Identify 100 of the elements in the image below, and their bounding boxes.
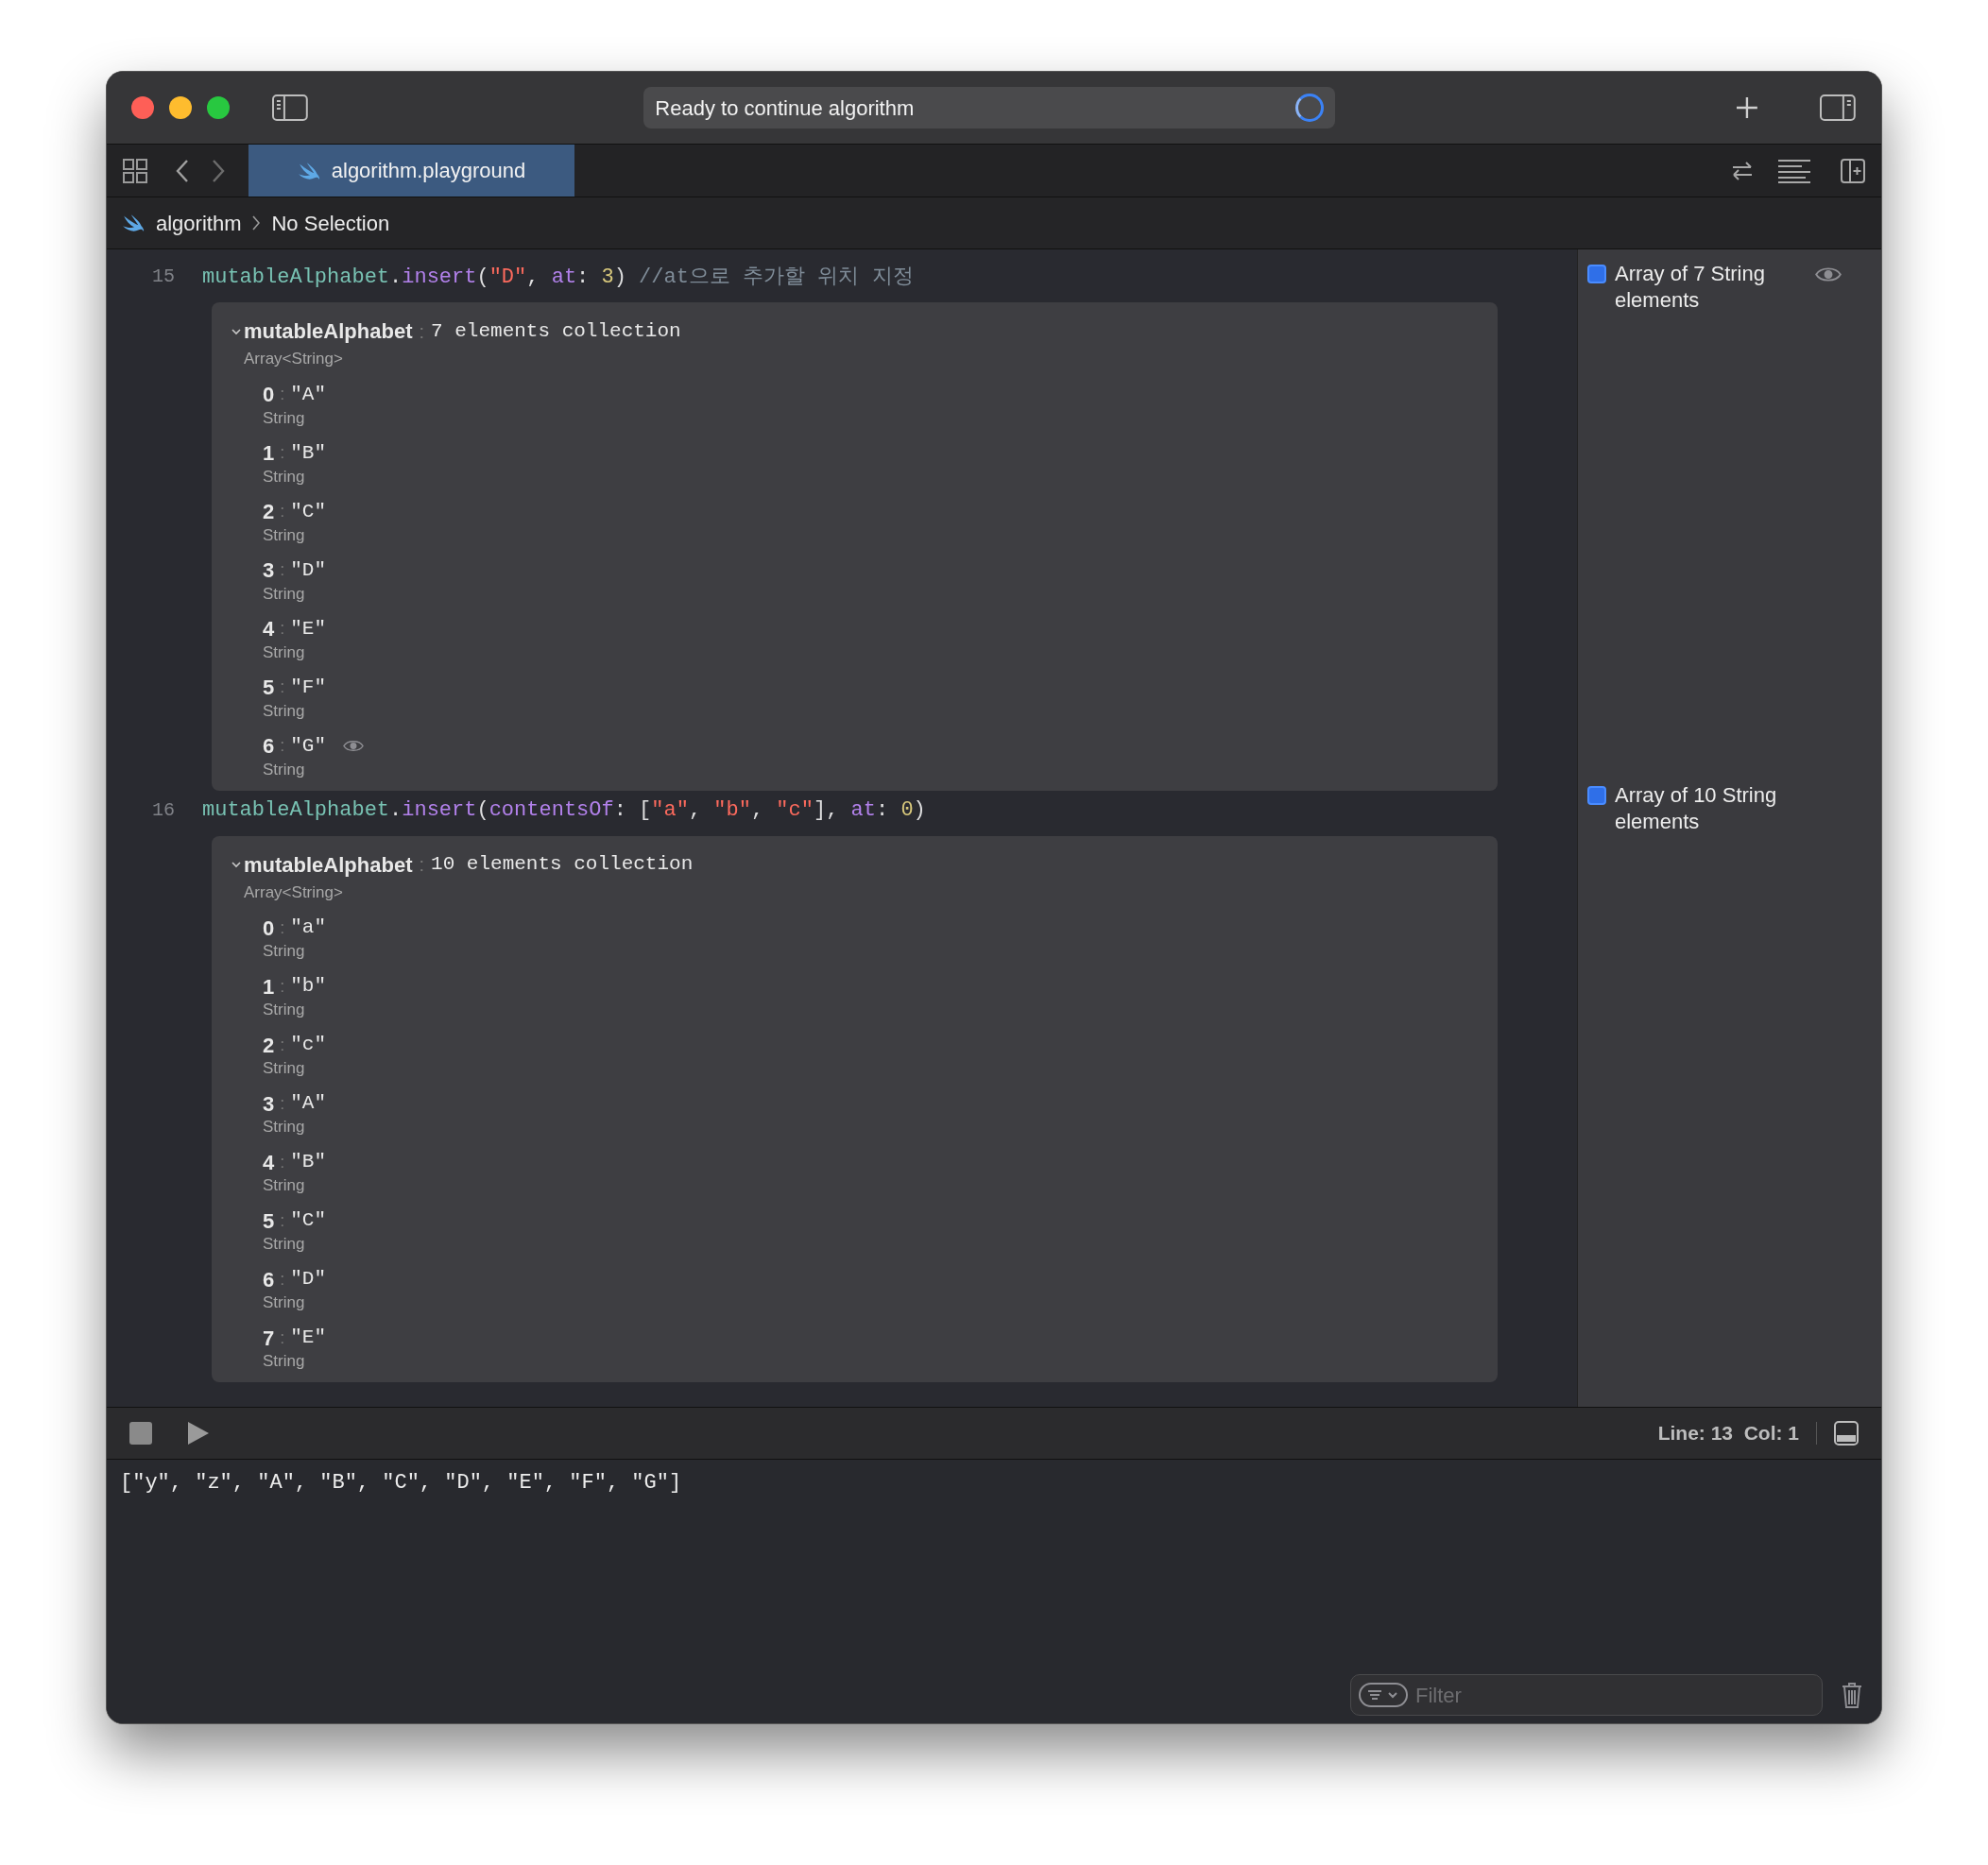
line-number: 16 xyxy=(151,797,175,823)
chevron-right-icon xyxy=(252,215,261,231)
element-value: "c" xyxy=(290,1033,327,1058)
plus-icon[interactable] xyxy=(1736,96,1759,119)
element-value: "a" xyxy=(290,915,327,941)
element-type: String xyxy=(263,1235,305,1254)
close-button[interactable] xyxy=(131,96,154,119)
element-value: "A" xyxy=(290,1091,327,1117)
element-value: "D" xyxy=(290,1267,327,1292)
console-output: ["y", "z", "A", "B", "C", "D", "E", "F", "G"] xyxy=(120,1470,682,1497)
element-type: String xyxy=(263,467,305,487)
element-value: "b" xyxy=(290,974,327,1000)
separator-colon: : xyxy=(280,1034,285,1056)
separator-colon: : xyxy=(280,1151,285,1173)
activity-spinner-icon xyxy=(1295,94,1325,122)
code-line: mutableAlphabet.insert("D", at: 3) //at으로 추가할 위치 지정 xyxy=(202,264,914,291)
filter-input[interactable]: Filter xyxy=(1415,1679,1814,1711)
add-editor-icon[interactable] xyxy=(1840,157,1866,184)
element-value: "G" xyxy=(290,733,327,759)
element-value: "B" xyxy=(290,440,327,466)
line-number: 15 xyxy=(151,265,175,289)
result-summary: Array of 7 String elements xyxy=(1615,261,1766,314)
element-type: String xyxy=(263,1118,305,1137)
element-index: 5 xyxy=(263,675,275,701)
element-type: String xyxy=(263,760,305,779)
element-index: 6 xyxy=(263,1266,275,1293)
lines-icon[interactable] xyxy=(1777,158,1811,183)
element-value: "C" xyxy=(290,499,327,524)
result-marker-icon[interactable] xyxy=(1587,265,1606,283)
element-type: String xyxy=(263,1293,305,1312)
separator-colon: : xyxy=(280,559,285,581)
separator-colon: : xyxy=(280,442,285,464)
element-index: 6 xyxy=(263,733,275,760)
element-value: "D" xyxy=(290,557,327,583)
separator-colon: : xyxy=(280,1092,285,1115)
tab-label: algorithm.playground xyxy=(331,158,526,184)
element-type: String xyxy=(263,408,305,428)
result-marker-icon[interactable] xyxy=(1587,786,1606,805)
element-index: 3 xyxy=(263,1090,275,1118)
minimize-button[interactable] xyxy=(168,96,192,119)
status-text: Ready to continue algorithm xyxy=(655,94,915,122)
separator-colon: : xyxy=(280,676,285,698)
element-type: String xyxy=(263,701,305,721)
variable-name: mutableAlphabet xyxy=(244,318,413,345)
element-index: 2 xyxy=(263,1032,275,1059)
eye-icon[interactable] xyxy=(343,739,365,753)
collection-summary: 7 elements collection xyxy=(431,318,681,344)
element-type: String xyxy=(263,525,305,545)
breadcrumb-item[interactable]: algorithm xyxy=(156,207,242,239)
element-index: 1 xyxy=(263,440,275,467)
grid-icon[interactable] xyxy=(122,157,148,184)
file-tab[interactable]: algorithm.playground xyxy=(248,145,574,197)
element-value: "C" xyxy=(290,1208,327,1234)
eye-icon[interactable] xyxy=(1815,265,1842,283)
element-index: 4 xyxy=(263,1149,275,1176)
cursor-position: Line: 13 Col: 1 xyxy=(1657,1421,1799,1446)
variable-name: mutableAlphabet xyxy=(244,851,413,879)
separator-colon: : xyxy=(280,975,285,998)
sidebar-toggle-icon[interactable] xyxy=(270,94,309,122)
type-label: Array<String> xyxy=(244,349,343,369)
element-index: 0 xyxy=(263,915,275,942)
forward-icon[interactable] xyxy=(211,158,226,183)
result-summary: Array of 10 String elements xyxy=(1615,782,1778,835)
filter-icon[interactable] xyxy=(1359,1683,1408,1707)
element-index: 2 xyxy=(263,499,275,525)
separator-colon: : xyxy=(280,916,285,939)
separator-colon: : xyxy=(280,1268,285,1291)
element-type: String xyxy=(263,1059,305,1078)
back-icon[interactable] xyxy=(175,158,190,183)
trash-icon[interactable] xyxy=(1842,1682,1862,1708)
element-type: String xyxy=(263,942,305,961)
code-line: mutableAlphabet.insert(contentsOf: ["a", "b", "c"], at: 0) xyxy=(202,797,926,824)
element-value: "B" xyxy=(290,1150,327,1175)
element-index: 0 xyxy=(263,382,275,408)
breadcrumb-item[interactable]: No Selection xyxy=(271,207,390,239)
separator-colon: : xyxy=(280,618,285,640)
filter-field[interactable]: Filter xyxy=(1350,1674,1823,1716)
collection-summary: 10 elements collection xyxy=(431,852,694,878)
separator-colon: : xyxy=(280,735,285,757)
separator-colon: : xyxy=(419,853,425,877)
element-value: "F" xyxy=(290,675,327,700)
separator-colon: : xyxy=(280,1209,285,1232)
separator-colon: : xyxy=(280,501,285,522)
element-index: 5 xyxy=(263,1207,275,1235)
element-type: String xyxy=(263,642,305,662)
element-type: String xyxy=(263,1001,305,1019)
element-index: 1 xyxy=(263,973,275,1001)
zoom-button[interactable] xyxy=(206,96,230,119)
separator-colon: : xyxy=(280,384,285,405)
panel-toggle-icon[interactable] xyxy=(1834,1421,1859,1446)
play-icon[interactable] xyxy=(186,1420,211,1446)
element-index: 4 xyxy=(263,616,275,642)
inspector-toggle-icon[interactable] xyxy=(1819,94,1857,122)
separator-colon: : xyxy=(419,319,425,344)
element-value: "E" xyxy=(290,1326,327,1351)
element-value: "E" xyxy=(290,616,327,642)
element-value: "A" xyxy=(290,382,327,407)
chevron-icon[interactable] xyxy=(231,859,242,870)
element-type: String xyxy=(263,584,305,604)
element-index: 3 xyxy=(263,557,275,584)
